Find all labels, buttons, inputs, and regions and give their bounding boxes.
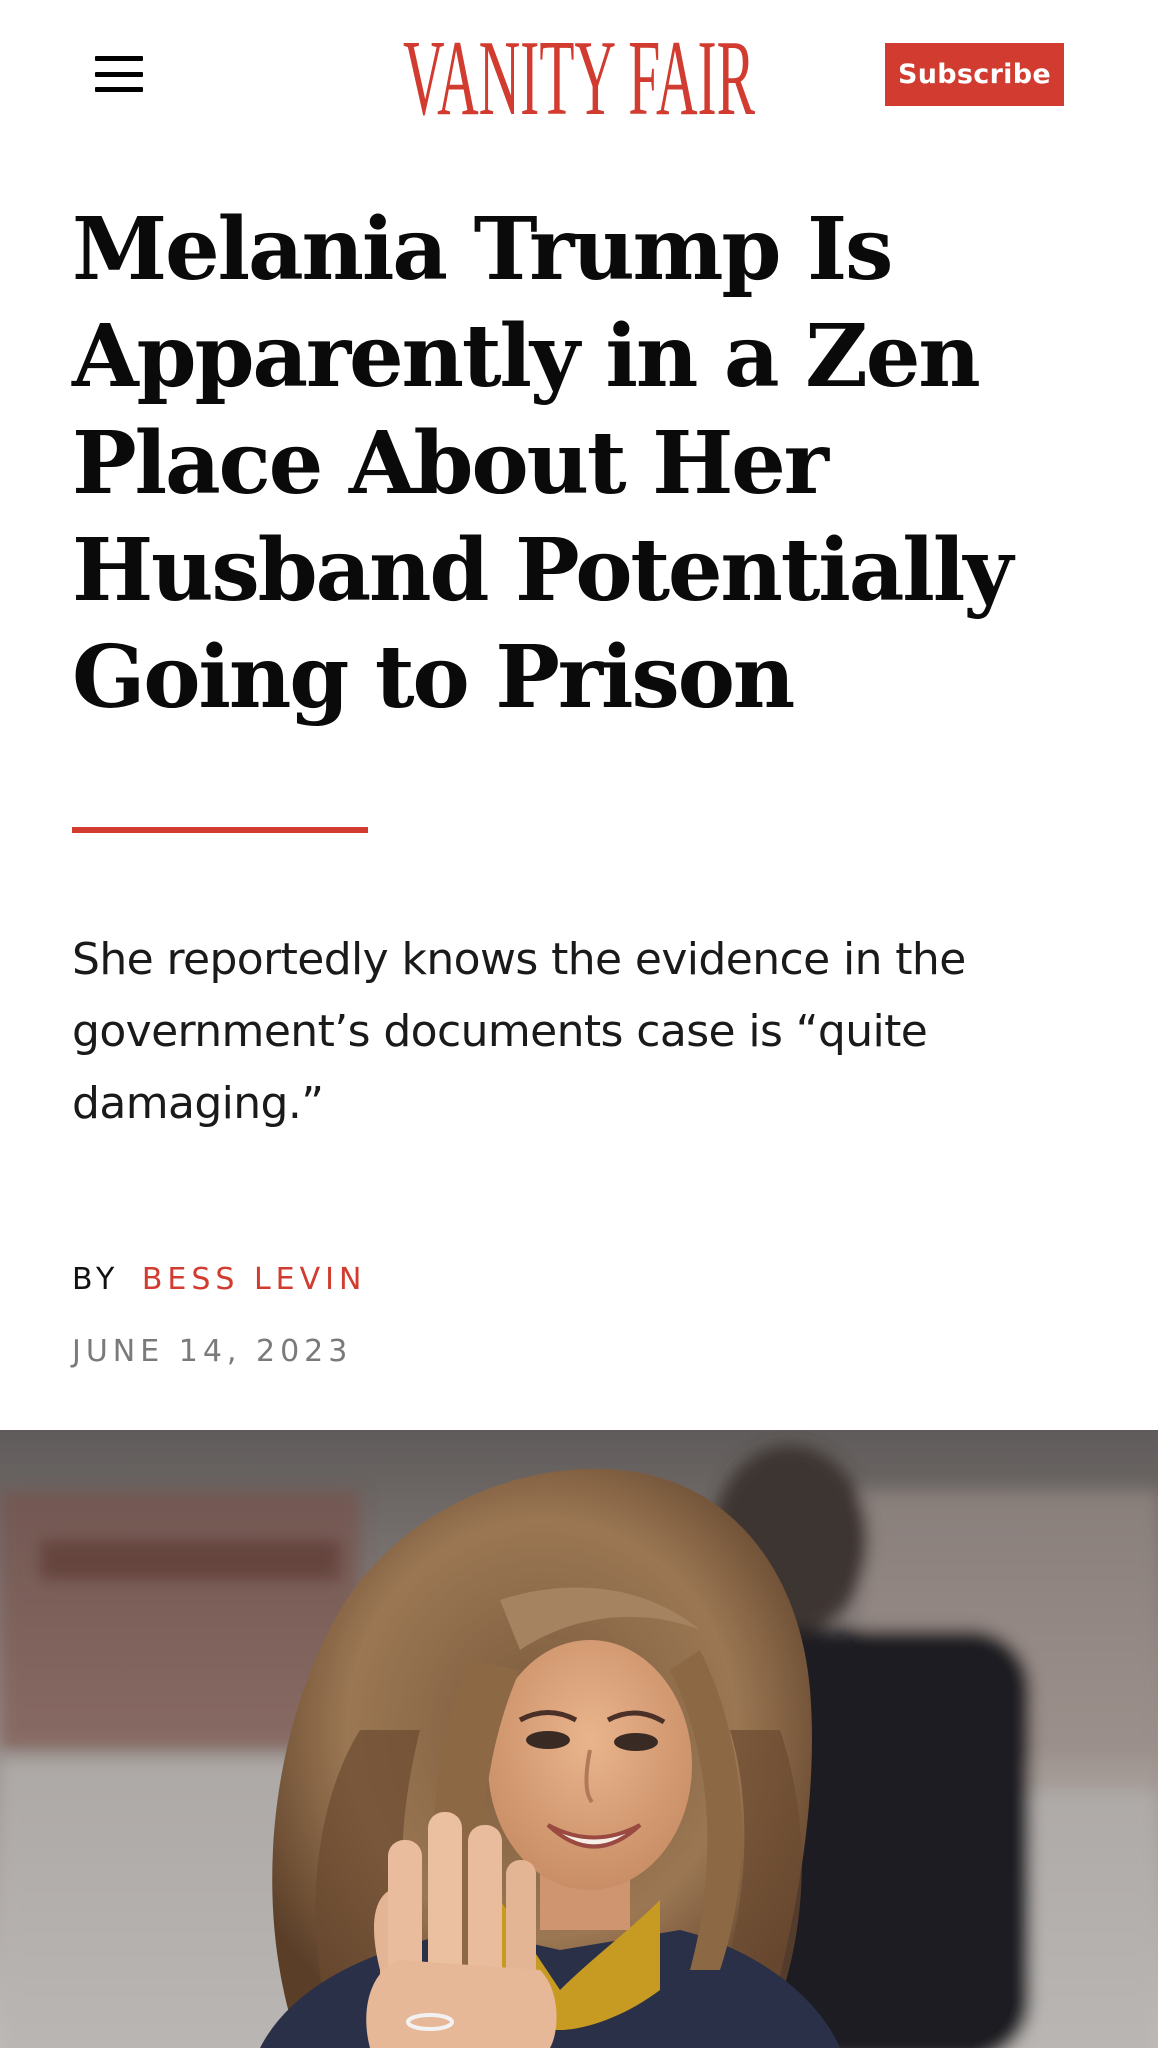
dek-line: She reportedly knows the evidence in the bbox=[72, 934, 966, 985]
headline-line: Place About Her bbox=[72, 413, 829, 514]
author-link[interactable]: BESS LEVIN bbox=[142, 1262, 367, 1297]
headline-line: Husband Potentially bbox=[72, 520, 1013, 621]
publish-date: JUNE 14, 2023 bbox=[72, 1334, 353, 1369]
hero-image bbox=[0, 1430, 1158, 2048]
dek-line: damaging.” bbox=[72, 1078, 324, 1129]
headline-line: Melania Trump Is bbox=[72, 199, 893, 300]
menu-button[interactable] bbox=[84, 44, 154, 104]
dek-line: government’s documents case is “quite bbox=[72, 1006, 928, 1057]
headline-line: Going to Prison bbox=[72, 627, 795, 728]
byline-prefix: BY bbox=[72, 1262, 120, 1297]
article-dek: She reportedly knows the evidence in the… bbox=[72, 924, 1082, 1140]
vanity-fair-logo[interactable]: VANITY FAIR bbox=[403, 19, 755, 138]
logo-text: VANITY FAIR bbox=[403, 26, 755, 120]
hamburger-menu-icon bbox=[95, 56, 143, 92]
subscribe-button[interactable]: Subscribe bbox=[885, 43, 1064, 106]
headline-line: Apparently in a Zen bbox=[72, 306, 981, 407]
article-headline: Melania Trump Is Apparently in a Zen Pla… bbox=[72, 196, 1082, 731]
headline-divider bbox=[72, 827, 368, 833]
byline: BY BESS LEVIN bbox=[72, 1262, 366, 1297]
site-header: VANITY FAIR Subscribe bbox=[0, 0, 1158, 148]
